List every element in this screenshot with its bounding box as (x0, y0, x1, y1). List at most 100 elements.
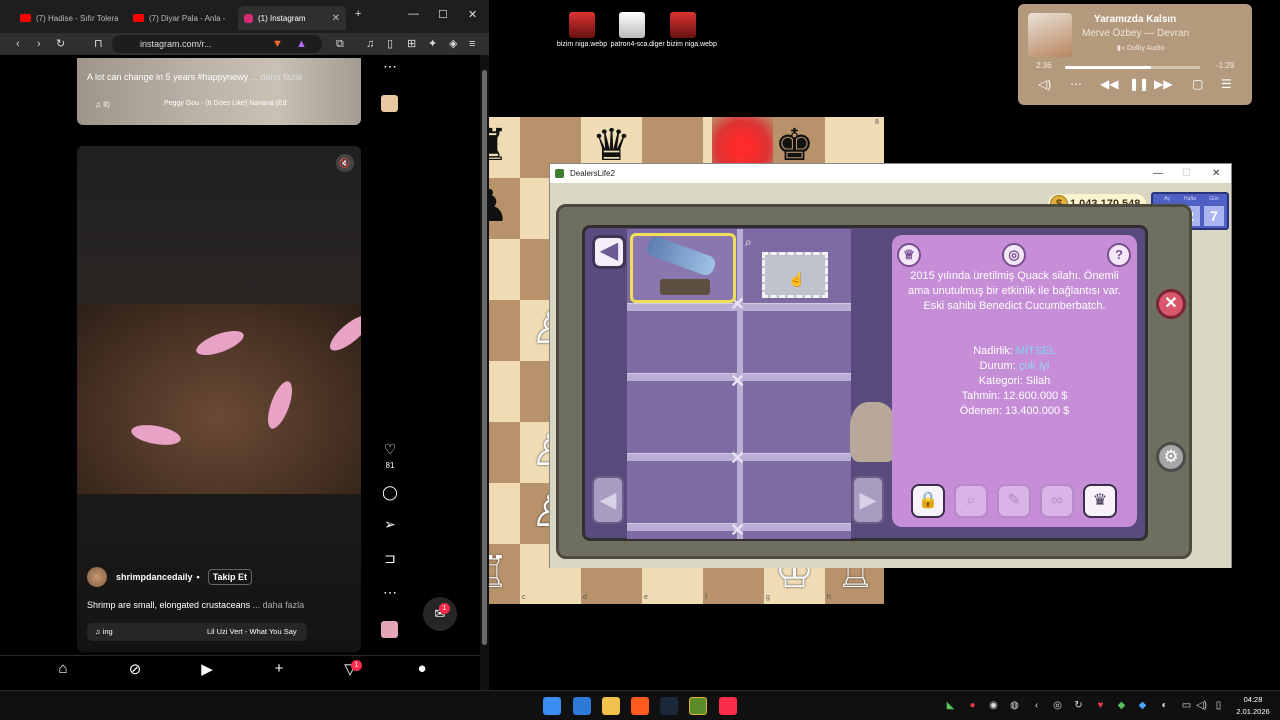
sidebar-icon[interactable]: ▯ (387, 36, 393, 52)
tray-app-icon[interactable]: ↻ (1072, 700, 1085, 711)
reel-post[interactable]: 🔇 shrimpdancedaily • Takip Et Shrimp are… (77, 146, 361, 652)
disguise-button[interactable]: ∞ (1040, 484, 1074, 518)
chess-square[interactable] (489, 300, 520, 361)
reload-icon[interactable]: ↻ (56, 36, 65, 52)
more-options-icon[interactable]: ⋯ (381, 58, 399, 75)
file-explorer-icon[interactable] (602, 697, 620, 715)
address-bar[interactable]: instagram.com/r... (112, 35, 322, 53)
trophy-button[interactable]: ♛ (1083, 484, 1117, 518)
tab-hadise[interactable]: (7) Hadise - Sıfır Tolera (14, 6, 118, 30)
desktop-icon-diger-bizim-niga[interactable]: diger bizim niga.webp (648, 12, 718, 48)
reel-music-bar[interactable]: ♫ ing Lil Uzi Vert - What You Say (87, 623, 307, 641)
home-icon[interactable]: ⌂ (53, 660, 73, 677)
lock-button[interactable]: 🔒 (911, 484, 945, 518)
leo-ai-icon[interactable]: ✦ (428, 36, 437, 52)
more-link[interactable]: ... daha fazla (253, 600, 305, 610)
dealers-life-icon[interactable] (689, 697, 707, 715)
mute-icon[interactable]: 🔇 (336, 154, 354, 172)
scrollbar-thumb[interactable] (482, 70, 487, 645)
white-rook[interactable]: ♖ (489, 544, 520, 602)
compass-icon[interactable]: ◎ (1002, 243, 1026, 267)
stamp-icon[interactable]: ♕ (897, 243, 921, 267)
chess-square[interactable] (489, 361, 520, 422)
comment-icon[interactable]: ◯ (381, 484, 399, 501)
vpn-icon[interactable]: ◈ (449, 36, 457, 52)
create-icon[interactable]: + (269, 660, 289, 677)
previous-post[interactable]: A lot can change in 5 years #happynewy .… (77, 58, 361, 125)
audio-thumbnail[interactable] (381, 621, 398, 638)
queue-icon[interactable]: ☰ (1221, 77, 1232, 91)
tab-diyar-pala[interactable]: (7) Diyar Pala - Anla - (127, 6, 231, 30)
next-icon[interactable]: ▶▶ (1154, 77, 1172, 91)
menu-icon[interactable]: ≡ (469, 36, 475, 52)
lyrics-icon[interactable]: ▢ (1192, 77, 1203, 91)
more-options-icon[interactable]: ⋯ (381, 584, 399, 601)
direct-messages-button[interactable]: ✉ (423, 597, 457, 631)
next-page-button[interactable]: ▶ (852, 476, 884, 524)
extensions-icon[interactable]: ⊞ (407, 36, 416, 52)
battery-icon[interactable]: ▯ (1212, 700, 1225, 711)
inspect-button[interactable]: ⌕ (954, 484, 988, 518)
maximize-icon[interactable]: ☐ (1182, 164, 1191, 183)
username[interactable]: shrimpdancedaily (116, 572, 193, 582)
volume-icon[interactable]: ◁) (1038, 77, 1051, 91)
more-icon[interactable]: ⋯ (1070, 77, 1082, 91)
magnifier-icon[interactable]: ⌕ (745, 235, 752, 250)
like-icon[interactable]: ♡ (381, 441, 399, 458)
audio-thumbnail[interactable] (381, 95, 398, 112)
help-icon[interactable]: ? (1107, 243, 1131, 267)
previous-page-button[interactable]: ◀ (592, 476, 624, 524)
brave-shield-icon[interactable]: ▼ (272, 36, 283, 52)
settings-button[interactable]: ⚙ (1156, 442, 1186, 472)
new-tab-icon[interactable]: + (355, 8, 361, 20)
back-icon[interactable]: ‹ (16, 36, 20, 52)
black-rook[interactable]: ♜ (489, 117, 520, 175)
start-icon[interactable] (543, 697, 561, 715)
tray-app-icon[interactable]: ◆ (1136, 700, 1149, 711)
tab-search-icon[interactable]: ⧉ (336, 36, 344, 52)
network-icon[interactable]: ▭ (1180, 700, 1193, 711)
tray-app-icon[interactable]: ● (966, 700, 979, 711)
brave-browser-icon[interactable] (631, 697, 649, 715)
reel-video[interactable] (77, 304, 361, 494)
explore-icon[interactable]: ⊘ (125, 660, 145, 678)
steam-tray-icon[interactable]: ◍ (1008, 700, 1021, 711)
pause-icon[interactable]: ❚❚ (1129, 77, 1149, 91)
back-button[interactable]: ◀ (592, 235, 626, 269)
brave-rewards-icon[interactable]: ▲ (296, 36, 307, 52)
forward-icon[interactable]: › (37, 36, 41, 52)
post-song[interactable]: Peggy Gou - (It Goes Like) Nanana (Ed (164, 100, 287, 107)
chess-square[interactable] (489, 483, 520, 544)
minimize-icon[interactable]: — (1153, 164, 1163, 183)
volume-icon[interactable]: ◁) (1195, 700, 1208, 711)
reels-icon[interactable]: ▶ (197, 660, 217, 678)
tray-app-icon[interactable]: ‹ (1030, 700, 1043, 711)
chess-square[interactable] (489, 422, 520, 483)
black-pawn[interactable]: ♟ (489, 178, 520, 236)
tray-app-icon[interactable]: ◐ (1158, 700, 1171, 711)
close-tab-icon[interactable]: ✕ (332, 13, 340, 24)
repair-button[interactable]: ✎ (997, 484, 1031, 518)
profile-avatar[interactable]: ● (412, 660, 432, 677)
progress-bar[interactable] (1065, 66, 1200, 69)
widgets-icon[interactable] (573, 697, 591, 715)
close-window-icon[interactable]: ✕ (468, 8, 477, 21)
more-link[interactable]: ... daha fazla (251, 72, 303, 82)
apple-music-icon[interactable] (719, 697, 737, 715)
tray-app-icon[interactable]: ◎ (1051, 700, 1064, 711)
bookmark-icon[interactable]: ⊓ (94, 36, 103, 52)
follow-button[interactable]: Takip Et (207, 569, 253, 585)
media-icon[interactable]: ♫ (366, 36, 374, 52)
save-icon[interactable]: ⊐ (381, 550, 399, 567)
avatar[interactable] (87, 567, 107, 587)
close-window-icon[interactable]: ✕ (1212, 164, 1220, 183)
tray-app-icon[interactable]: ◉ (987, 700, 1000, 711)
tray-app-icon[interactable]: ◆ (1115, 700, 1128, 711)
steam-icon[interactable] (660, 697, 678, 715)
tab-instagram[interactable]: (1) Instagram ✕ (238, 6, 346, 30)
system-clock[interactable]: 04:28 2.01.2026 (1230, 694, 1276, 718)
nvidia-icon[interactable]: ◣ (944, 700, 957, 711)
chess-square[interactable] (489, 239, 520, 300)
share-icon[interactable]: ➢ (381, 516, 399, 533)
previous-icon[interactable]: ◀◀ (1100, 77, 1118, 91)
